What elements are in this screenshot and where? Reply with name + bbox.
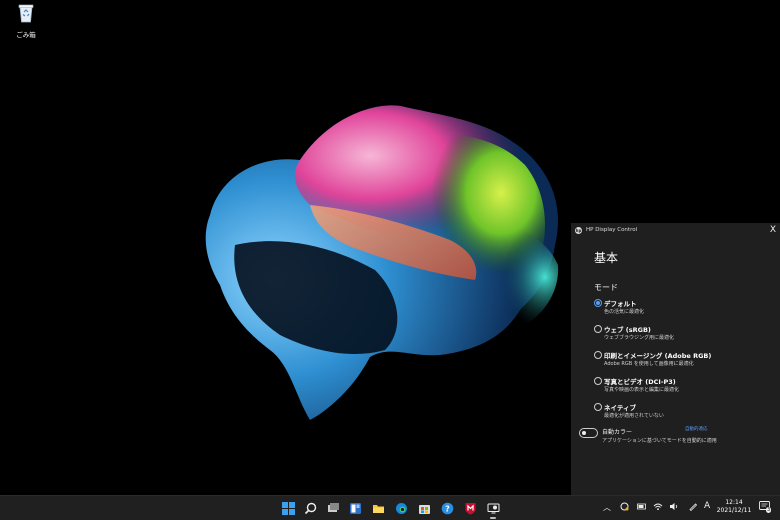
edge-icon [395,502,407,514]
hp-logo-icon: hp [575,226,582,234]
help-icon: ? [441,502,453,514]
wallpaper-bloom-image [205,105,559,420]
ime-indicator[interactable]: A [704,501,710,511]
page-heading: 基本 [594,251,619,265]
mode-section-title: モード [594,283,618,292]
radio-icon[interactable] [594,377,602,385]
wifi-icon[interactable] [653,502,663,511]
start-button[interactable] [280,500,296,516]
widgets-icon [349,502,361,514]
edge-button[interactable] [393,500,409,516]
task-view-icon [327,502,339,512]
clock-time: 12:14 [725,499,743,506]
clock[interactable]: 12:14 2021/12/11 [714,499,754,515]
file-explorer-icon [372,504,384,513]
auto-color-toggle[interactable] [579,428,598,438]
file-explorer-button[interactable] [370,500,386,516]
mode-label: 印刷とイメージング (Adobe RGB) [604,352,712,360]
recycle-bin-icon [18,4,34,23]
store-icon [418,504,430,514]
clock-date: 2021/12/11 [716,507,752,514]
hp-display-control-icon [487,503,499,513]
mode-label: 写真とビデオ (DCI-P3) [604,378,676,386]
mode-description: ウェブブラウジング用に最適化 [604,335,675,341]
chevron-up-icon[interactable]: ︿ [603,502,611,513]
mode-label: ウェブ (sRGB) [604,326,651,334]
radio-icon[interactable] [594,351,602,359]
widgets-button[interactable] [347,500,363,516]
store-button[interactable] [416,500,432,516]
taskbar: ? ︿ A 12:14 2021/12/11 3 [0,495,780,520]
mode-description: 色の活気に最適化 [604,309,645,315]
notification-button[interactable]: 3 [759,501,772,513]
radio-icon[interactable] [594,325,602,333]
toggle-knob [582,431,586,435]
radio-selected-icon[interactable] [594,299,602,307]
auto-adapt-link[interactable]: 自動的適応 [685,426,708,432]
close-button[interactable]: X [770,225,776,235]
hp-display-control-panel: hp HP Display Control X 基本 モード デフォルト 色の活… [571,223,780,495]
mode-label: デフォルト [604,300,637,308]
pen-icon[interactable] [688,502,698,511]
search-icon [304,502,316,514]
recycle-bin-label: ごみ箱 [16,31,36,39]
panel-titlebar: hp HP Display Control X [571,223,780,237]
windows-start-icon [281,501,295,515]
app-title: HP Display Control [586,227,638,233]
svg-text:?: ? [445,504,450,513]
help-button[interactable]: ? [439,500,455,516]
search-button[interactable] [302,500,318,516]
battery-icon[interactable] [637,502,647,511]
mode-description: Adobe RGB を使用して画像用に最適化 [604,361,694,367]
update-icon[interactable] [620,502,629,511]
auto-color-label: 自動カラー [602,429,633,436]
mode-description: 最適化が適用されていない [604,413,664,419]
mcafee-button[interactable] [462,500,478,516]
speaker-icon[interactable] [669,502,679,511]
mode-label: ネイティブ [604,404,636,412]
mcafee-icon [465,502,475,514]
radio-icon[interactable] [594,403,602,411]
hp-display-control-button[interactable] [485,500,501,519]
notification-count-badge: 3 [766,507,772,513]
mode-description: 写真や映画の表示と編集に最適化 [604,387,680,393]
auto-color-description: アプリケーションに基づいてモードを自動的に適用 [602,438,717,444]
recycle-bin-shortcut[interactable]: ごみ箱 [8,2,44,39]
task-view-button[interactable] [325,500,341,516]
